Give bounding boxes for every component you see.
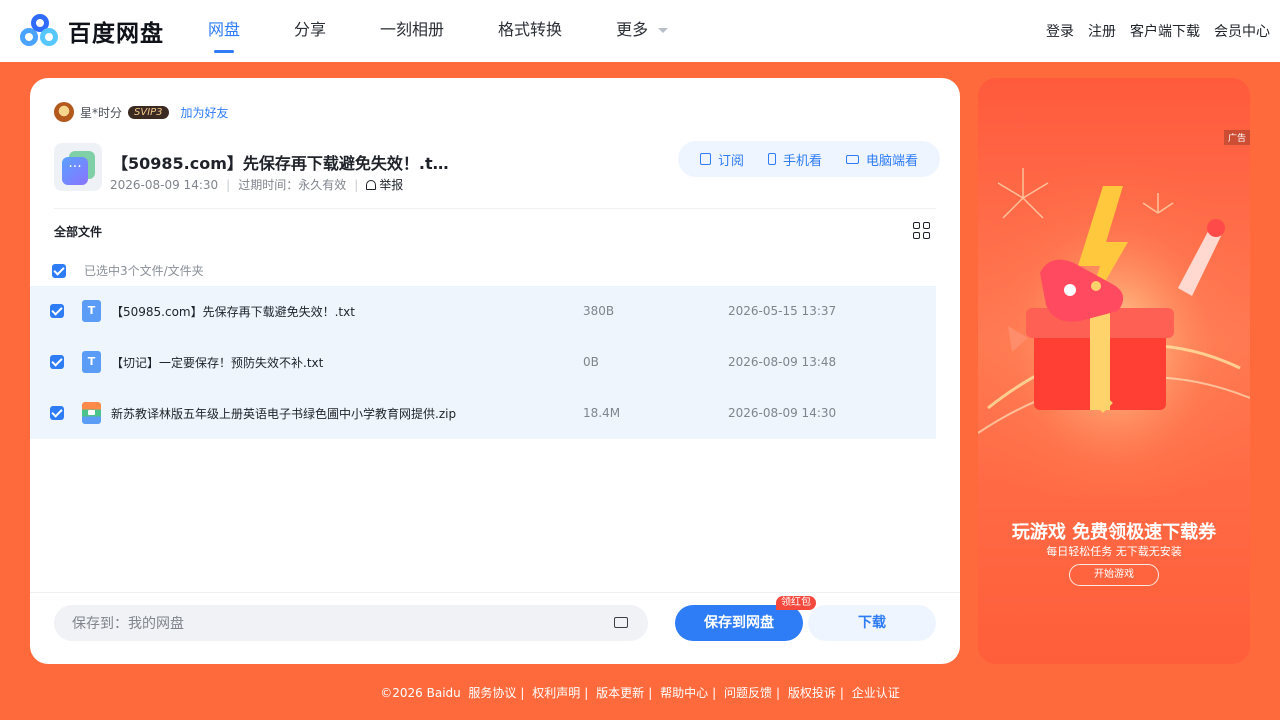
start-game-button[interactable]: 开始游戏 [1069,564,1159,586]
save-location-text: 保存到：我的网盘 [72,616,184,632]
footer-link-copyright-complaint[interactable]: 版权投诉 [788,686,836,700]
selected-count-text: 已选中3个文件/文件夹 [84,264,204,278]
register-link[interactable]: 注册 [1088,21,1116,41]
copyright: ©2026 Baidu [380,686,461,700]
report-label: 举报 [379,178,404,192]
nav-item-more[interactable]: 更多 [616,0,669,62]
logo-text: 百度网盘 [68,21,164,47]
footer: ©2026 Baidu 服务协议 | 权利声明 | 版本更新 | 帮助中心 | 问题反馈… [380,686,900,700]
share-date: 2026-08-09 14:30 [110,177,219,192]
footer-link-enterprise[interactable]: 企业认证 [852,686,900,700]
add-friend-link[interactable]: 加为好友 [181,104,229,121]
monitor-icon [845,154,859,164]
main-nav: 网盘 分享 一刻相册 格式转换 更多 [208,0,722,62]
share-icon-glyph: ··· [62,157,88,185]
footer-link-updates[interactable]: 版本更新 [596,686,644,700]
table-row[interactable]: 新苏教译林版五年级上册英语电子书绿色圃中小学教育网提供.zip 18.4M 20… [30,388,936,439]
ad-title: 玩游戏 免费领极速下载券 [1011,522,1217,543]
login-link[interactable]: 登录 [1046,21,1074,41]
avatar[interactable] [54,102,74,122]
row-checkbox[interactable] [50,304,64,318]
zip-file-icon [82,402,101,424]
phone-icon [767,153,776,165]
file-size: 0B [583,355,599,369]
save-location-field[interactable]: 保存到：我的网盘 [54,605,648,641]
footer-link-terms[interactable]: 服务协议 [468,686,516,700]
report-link[interactable]: 举报 [366,176,403,193]
select-all-row: 已选中3个文件/文件夹 [52,262,204,279]
divider [30,592,960,593]
subscribe-button[interactable]: 订阅 [699,150,744,169]
row-checkbox[interactable] [50,355,64,369]
text-file-icon: T [82,300,101,322]
footer-link-rights[interactable]: 权利声明 [532,686,580,700]
ad-subtitle: 每日轻松任务 无下载无安装 [1046,545,1182,558]
file-date: 2026-08-09 13:48 [728,355,837,369]
top-bar: 百度网盘 网盘 分享 一刻相册 格式转换 更多 登录 注册 客户端下载 会员中心 [0,0,1280,62]
chevron-down-icon [658,28,669,33]
nav-more-label: 更多 [616,20,649,39]
select-all-checkbox[interactable] [52,263,66,278]
svip-badge: SVIP3 [128,105,169,119]
baidu-netdisk-logo[interactable]: 百度网盘 [20,14,164,48]
share-card: 星*时分 SVIP3 加为好友 ··· 【50985.com】先保存再下载避免失… [30,78,960,664]
red-packet-badge: 领红包 [776,596,816,610]
footer-link-help[interactable]: 帮助中心 [660,686,708,700]
game-ad-banner[interactable]: 广告 玩游戏 免费领极速下载券 每日轻松任务 无下载无安装 开始游戏 [978,78,1250,664]
nav-item-format-convert[interactable]: 格式转换 [498,0,562,62]
file-name[interactable]: 【切记】一定要保存！预防失效不补.txt [111,354,323,371]
share-folder-icon: ··· [54,143,102,191]
meta-separator: | [226,177,231,192]
client-download-link[interactable]: 客户端下载 [1130,21,1200,41]
share-actions: 订阅 手机看 电脑端看 [678,141,940,177]
view-on-pc-button[interactable]: 电脑端看 [845,150,918,169]
share-title: 【50985.com】先保存再下载避免失效！.txt 等3个文件 [112,154,452,173]
subscribe-icon [699,153,711,165]
member-center-link[interactable]: 会员中心 [1214,21,1270,41]
view-on-mobile-button[interactable]: 手机看 [767,150,822,169]
row-checkbox[interactable] [50,406,64,420]
nav-item-share[interactable]: 分享 [294,0,326,62]
gift-box-illustration [978,158,1250,498]
breadcrumb[interactable]: 全部文件 [54,223,102,240]
ad-label: 广告 [1223,130,1250,145]
alarm-icon [366,179,377,190]
nav-item-album[interactable]: 一刻相册 [380,0,444,62]
file-list: T 【50985.com】先保存再下载避免失效！.txt 380B 2026-0… [30,286,936,439]
view-on-pc-label: 电脑端看 [865,153,918,169]
file-name[interactable]: 新苏教译林版五年级上册英语电子书绿色圃中小学教育网提供.zip [111,405,456,422]
cloud-logo-icon [20,14,60,48]
sharer-name: 星*时分 [80,105,123,120]
save-to-netdisk-button[interactable]: 保存到网盘 [675,605,803,641]
footer-link-feedback[interactable]: 问题反馈 [724,686,772,700]
meta-separator: | [354,177,359,192]
divider [54,208,936,209]
table-row[interactable]: T 【切记】一定要保存！预防失效不补.txt 0B 2026-08-09 13:… [30,337,936,388]
file-date: 2026-08-09 14:30 [728,406,837,420]
download-button[interactable]: 下载 [808,605,936,641]
share-expiry: 过期时间：永久有效 [238,178,347,192]
nav-item-netdisk[interactable]: 网盘 [208,0,240,62]
sharer-info: 星*时分 SVIP3 加为好友 [54,102,229,122]
file-size: 380B [583,304,615,318]
account-links: 登录 注册 客户端下载 会员中心 [1032,0,1270,62]
subscribe-label: 订阅 [717,153,744,169]
file-size: 18.4M [583,406,621,420]
folder-icon[interactable] [614,617,628,628]
view-on-mobile-label: 手机看 [782,153,822,169]
file-name[interactable]: 【50985.com】先保存再下载避免失效！.txt [111,303,355,320]
share-meta: 2026-08-09 14:30 | 过期时间：永久有效 | 举报 [110,176,403,193]
grid-view-icon[interactable] [913,222,930,239]
file-date: 2026-05-15 13:37 [728,304,837,318]
text-file-icon: T [82,351,101,373]
table-row[interactable]: T 【50985.com】先保存再下载避免失效！.txt 380B 2026-0… [30,286,936,337]
